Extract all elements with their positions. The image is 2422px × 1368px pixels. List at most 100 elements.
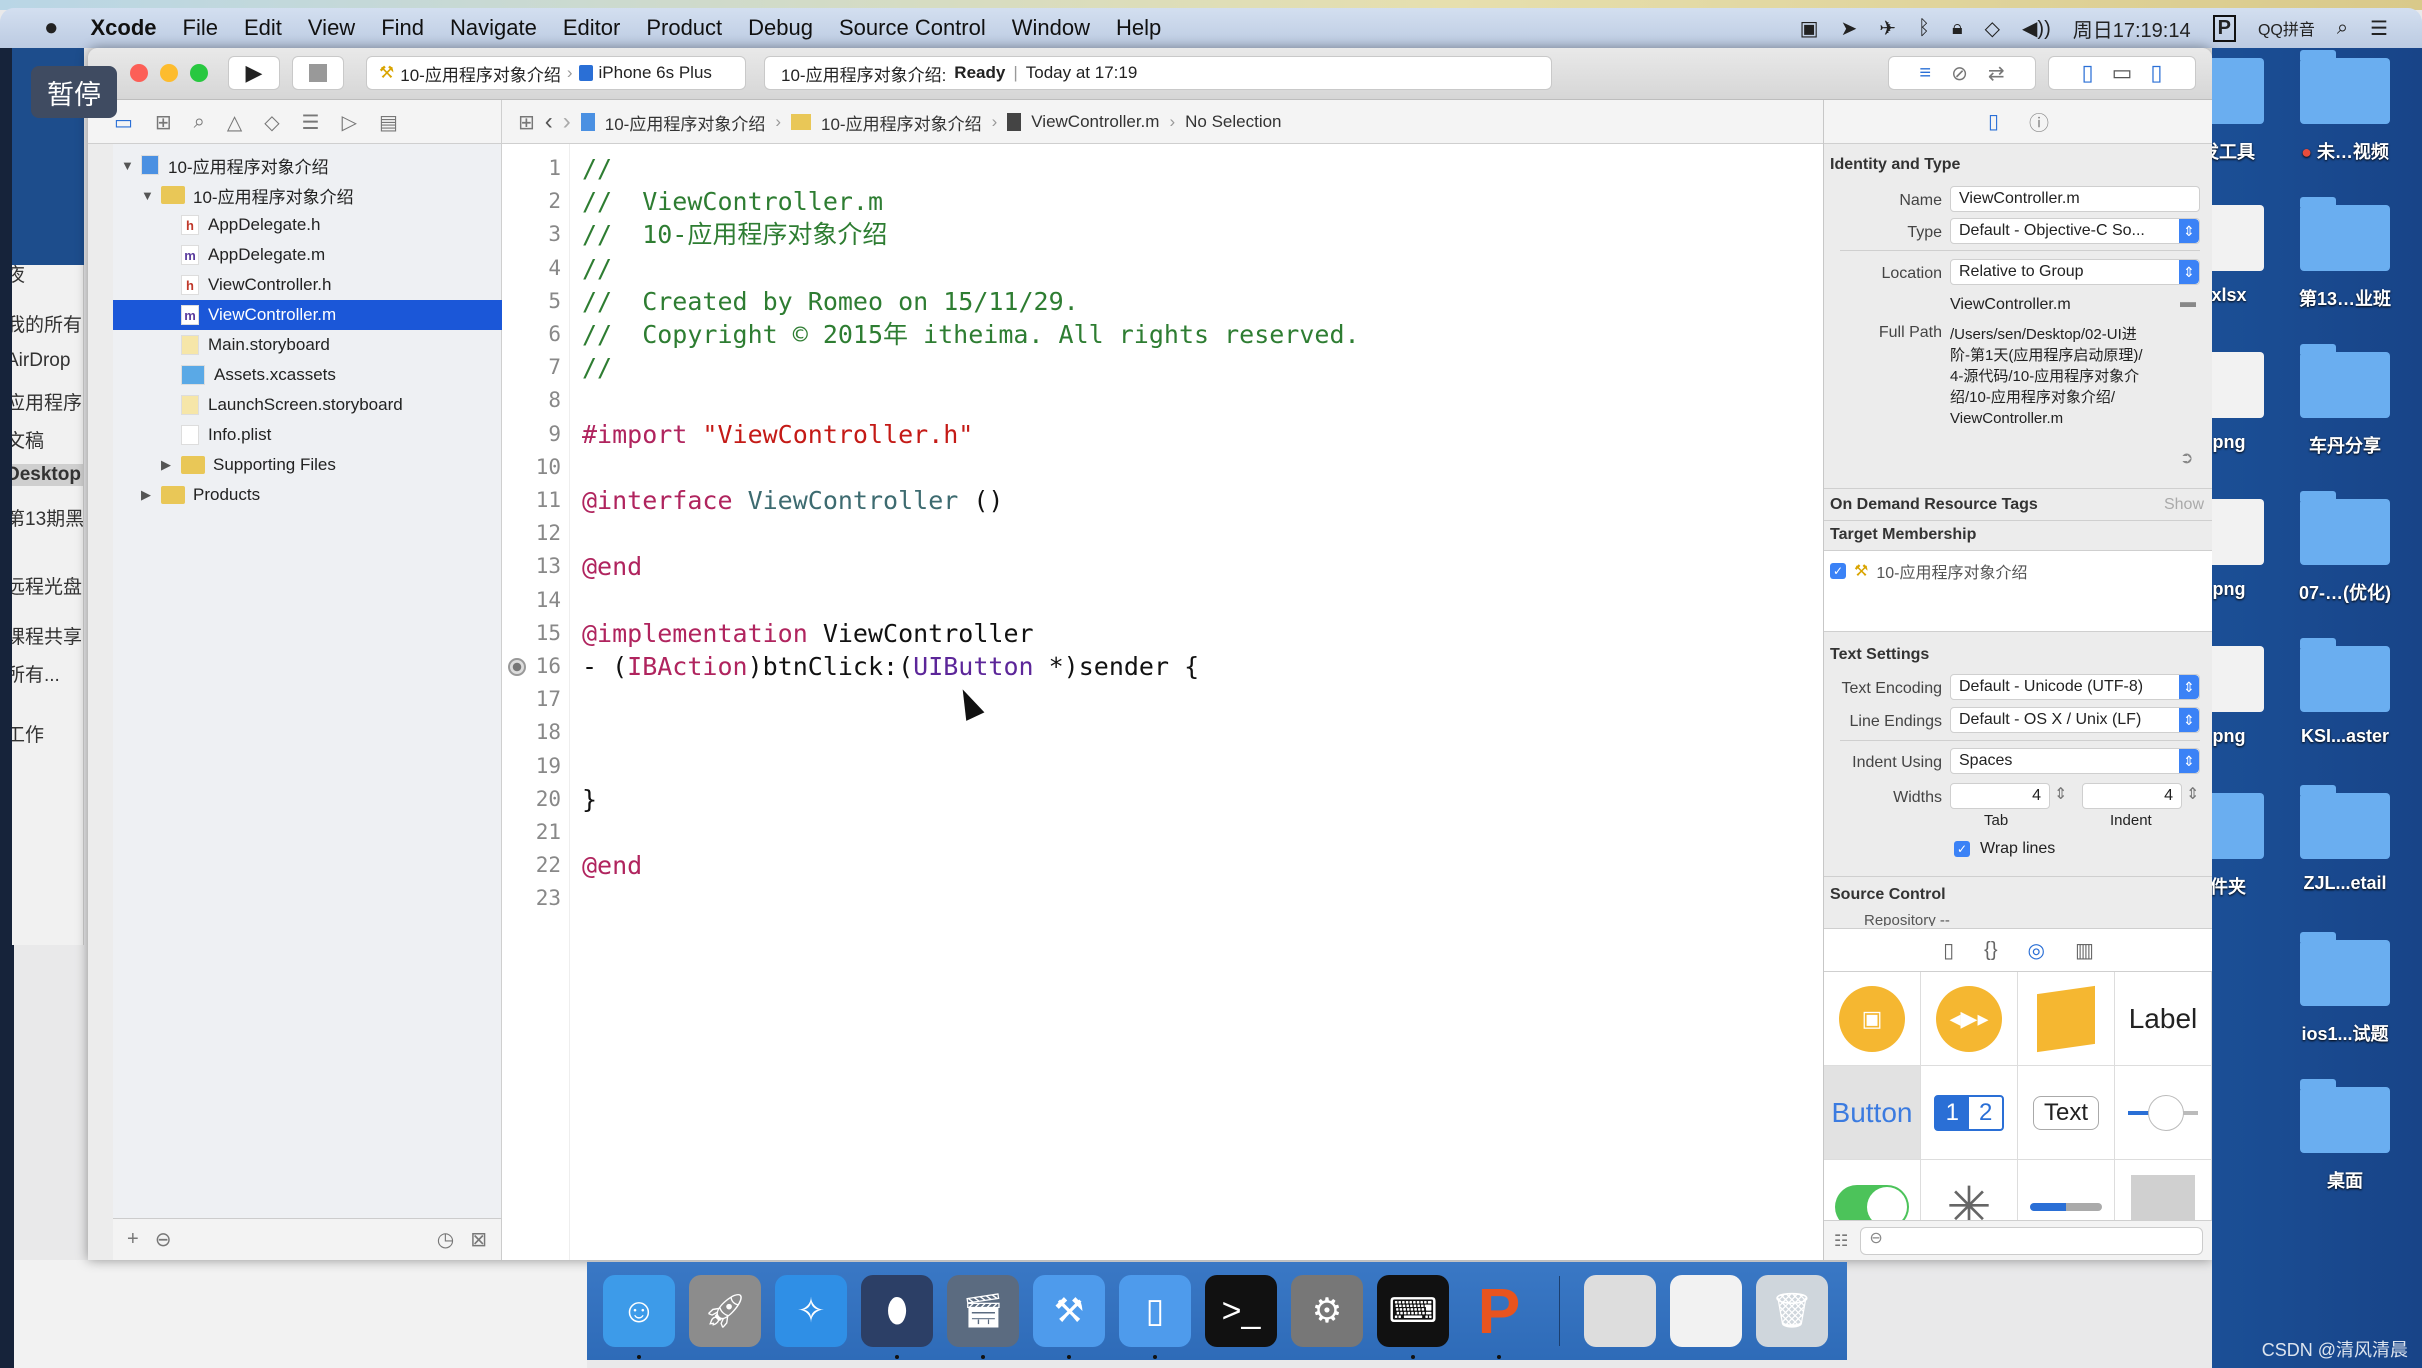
forward-button[interactable]: ›	[563, 108, 571, 136]
library-item-media-player-object[interactable]: ◂▶▸	[1921, 972, 2018, 1066]
navigator-item[interactable]: ▼ 10-应用程序对象介绍	[113, 180, 502, 210]
find-navigator-icon[interactable]: ⌕	[194, 111, 205, 134]
menu-debug[interactable]: Debug	[748, 15, 813, 41]
code-line[interactable]: // 10-应用程序对象介绍	[582, 218, 887, 251]
line-number-gutter[interactable]: 1 2 3 4 5 6 7 8 9 10 11 12 13 14 15 16 17 18 19 20 21 22 23	[502, 144, 570, 1260]
breakpoint-navigator-icon[interactable]: ▷	[342, 110, 357, 135]
filter-icon[interactable]: ⊖	[155, 1227, 172, 1252]
wrap-lines-checkbox[interactable]: ✓	[1954, 841, 1970, 857]
navigator-item[interactable]: ▼ 10-应用程序对象介绍	[113, 150, 502, 180]
zoom-button[interactable]	[190, 64, 208, 82]
volume-icon[interactable]: ◀))	[2022, 16, 2051, 41]
code-line[interactable]: //	[582, 152, 612, 185]
indent-width-field[interactable]: 4	[2082, 783, 2182, 809]
clock[interactable]: 周日17:19:14	[2073, 14, 2191, 43]
dock-window-thumbnail-2-icon[interactable]	[1670, 1275, 1742, 1347]
breadcrumb-group[interactable]: 10-应用程序对象介绍	[821, 110, 982, 135]
scheme-selector[interactable]: ⚒ 10-应用程序对象介绍 › iPhone 6s Plus	[366, 56, 746, 90]
code-snippet-icon[interactable]: {}	[1984, 939, 1997, 962]
dock-window-thumbnail-1-icon[interactable]	[1584, 1275, 1656, 1347]
navigator-item[interactable]: h AppDelegate.h	[113, 210, 502, 240]
dock-mouse-app-icon[interactable]: ⬮	[861, 1275, 933, 1359]
toggle-utilities-icon[interactable]: ▯	[2150, 60, 2162, 86]
line-endings-select[interactable]: Default - OS X / Unix (LF)	[1950, 707, 2200, 733]
input-method-label[interactable]: QQ拼音	[2258, 16, 2315, 40]
toggle-debug-area-icon[interactable]: ▭	[2112, 60, 2133, 86]
code-line[interactable]: // Copyright © 2015年 itheima. All rights…	[582, 318, 1360, 351]
airplane-icon[interactable]: ✈	[1879, 16, 1896, 41]
dock-safari-icon[interactable]: ✧	[775, 1275, 847, 1347]
menu-find[interactable]: Find	[381, 15, 424, 41]
desktop-item[interactable]: ZJL...etail	[2290, 785, 2400, 894]
back-button[interactable]: ‹	[545, 108, 553, 136]
indent-width-stepper[interactable]: ⇕	[2186, 784, 2199, 804]
tab-width-stepper[interactable]: ⇕	[2054, 784, 2067, 804]
menu-file[interactable]: File	[183, 15, 218, 41]
code-line[interactable]: @implementation ViewController	[582, 617, 1034, 650]
standard-editor-icon[interactable]: ≡	[1919, 62, 1931, 85]
bluetooth-icon[interactable]: ᛒ	[1918, 17, 1930, 40]
finder-sidebar-item[interactable]: 课程共享	[12, 622, 82, 649]
desktop-item[interactable]: 开发工具	[2212, 58, 2274, 164]
menu-view[interactable]: View	[308, 15, 355, 41]
stop-button[interactable]	[292, 56, 344, 90]
disclosure-closed-icon[interactable]: ▶	[141, 487, 155, 503]
media-library-icon[interactable]: ▥	[2075, 938, 2094, 963]
project-navigator-icon[interactable]: ▭	[114, 110, 133, 135]
menu-edit[interactable]: Edit	[244, 15, 282, 41]
desktop-item[interactable]: 第13…业班	[2290, 197, 2400, 311]
version-editor-icon[interactable]: ⇄	[1988, 61, 2005, 86]
symbol-navigator-icon[interactable]: ⊞	[155, 110, 172, 135]
code-line[interactable]: //	[582, 252, 612, 285]
desktop-item[interactable]: ....png	[2212, 499, 2274, 600]
navigator-item[interactable]: ▶ Products	[113, 480, 502, 510]
name-field[interactable]: ViewController.m	[1950, 186, 2200, 212]
finder-sidebar-item[interactable]: 远程光盘	[12, 572, 82, 599]
quick-help-icon[interactable]: ⓘ	[2029, 107, 2049, 136]
breadcrumb-file[interactable]: ViewController.m	[1031, 112, 1159, 132]
finder-sidebar-item[interactable]: 所有...	[12, 660, 60, 687]
code-line[interactable]: #import "ViewController.h"	[582, 418, 973, 451]
code-line[interactable]: }	[582, 783, 597, 816]
desktop-item[interactable]: ios1...试题	[2290, 932, 2400, 1046]
dock-finder-icon[interactable]: ☺	[603, 1275, 675, 1359]
finder-sidebar-item[interactable]: 我的所有	[12, 310, 82, 337]
dock-video-app-icon[interactable]: 🎬︎	[947, 1275, 1019, 1359]
code-line[interactable]: //	[582, 351, 612, 384]
desktop-item[interactable]: ....png	[2212, 352, 2274, 453]
desktop-item[interactable]: 车丹分享	[2290, 344, 2400, 458]
related-items-icon[interactable]: ⊞	[518, 110, 535, 135]
breadcrumb-selection[interactable]: No Selection	[1185, 112, 1281, 132]
type-select[interactable]: Default - Objective-C So...	[1950, 218, 2200, 244]
dock-simulator-icon[interactable]: ▯	[1119, 1275, 1191, 1359]
pause-badge[interactable]: 暂停	[31, 66, 117, 118]
wifi-icon[interactable]: ◇	[1985, 16, 2000, 41]
grid-list-toggle-icon[interactable]: ☷	[1834, 1231, 1848, 1251]
library-item-switch[interactable]	[1824, 1160, 1921, 1222]
disclosure-open-icon[interactable]: ▼	[121, 158, 135, 173]
menu-navigate[interactable]: Navigate	[450, 15, 537, 41]
reveal-in-finder-icon[interactable]: ➲	[2180, 448, 2193, 468]
breakpoint-icon[interactable]	[508, 658, 526, 676]
navigator-item[interactable]: h ViewController.h	[113, 270, 502, 300]
desktop-item[interactable]: KSI...aster	[2290, 638, 2400, 747]
library-item-page-control[interactable]: ○○○	[2115, 1160, 2212, 1222]
indent-using-select[interactable]: Spaces	[1950, 748, 2200, 774]
odr-show-button[interactable]: Show	[2164, 496, 2204, 514]
navigator-item[interactable]: ▶ Supporting Files	[113, 450, 502, 480]
tab-width-field[interactable]: 4	[1950, 783, 2050, 809]
assistant-editor-icon[interactable]: ⊘	[1951, 61, 1968, 86]
menu-editor[interactable]: Editor	[563, 15, 620, 41]
apple-menu-icon[interactable]: ●	[44, 14, 59, 42]
finder-sidebar-item[interactable]: 夜	[12, 265, 25, 287]
library-item-slider[interactable]	[2115, 1066, 2212, 1160]
scm-filter-icon[interactable]: ⊠	[470, 1227, 487, 1252]
test-navigator-icon[interactable]: ◇	[264, 110, 279, 135]
code-line[interactable]: @interface ViewController ()	[582, 484, 1003, 517]
desktop-item[interactable]: 桌面	[2290, 1079, 2400, 1193]
target-checkbox[interactable]: ✓	[1830, 563, 1846, 579]
desktop-item[interactable]: 07-…(优化)	[2290, 491, 2400, 605]
lock-icon[interactable]: 🔒︎	[1952, 17, 1963, 40]
library-item-button[interactable]: Button	[1824, 1066, 1921, 1160]
desktop-item[interactable]: ● 未…视频	[2290, 50, 2400, 164]
